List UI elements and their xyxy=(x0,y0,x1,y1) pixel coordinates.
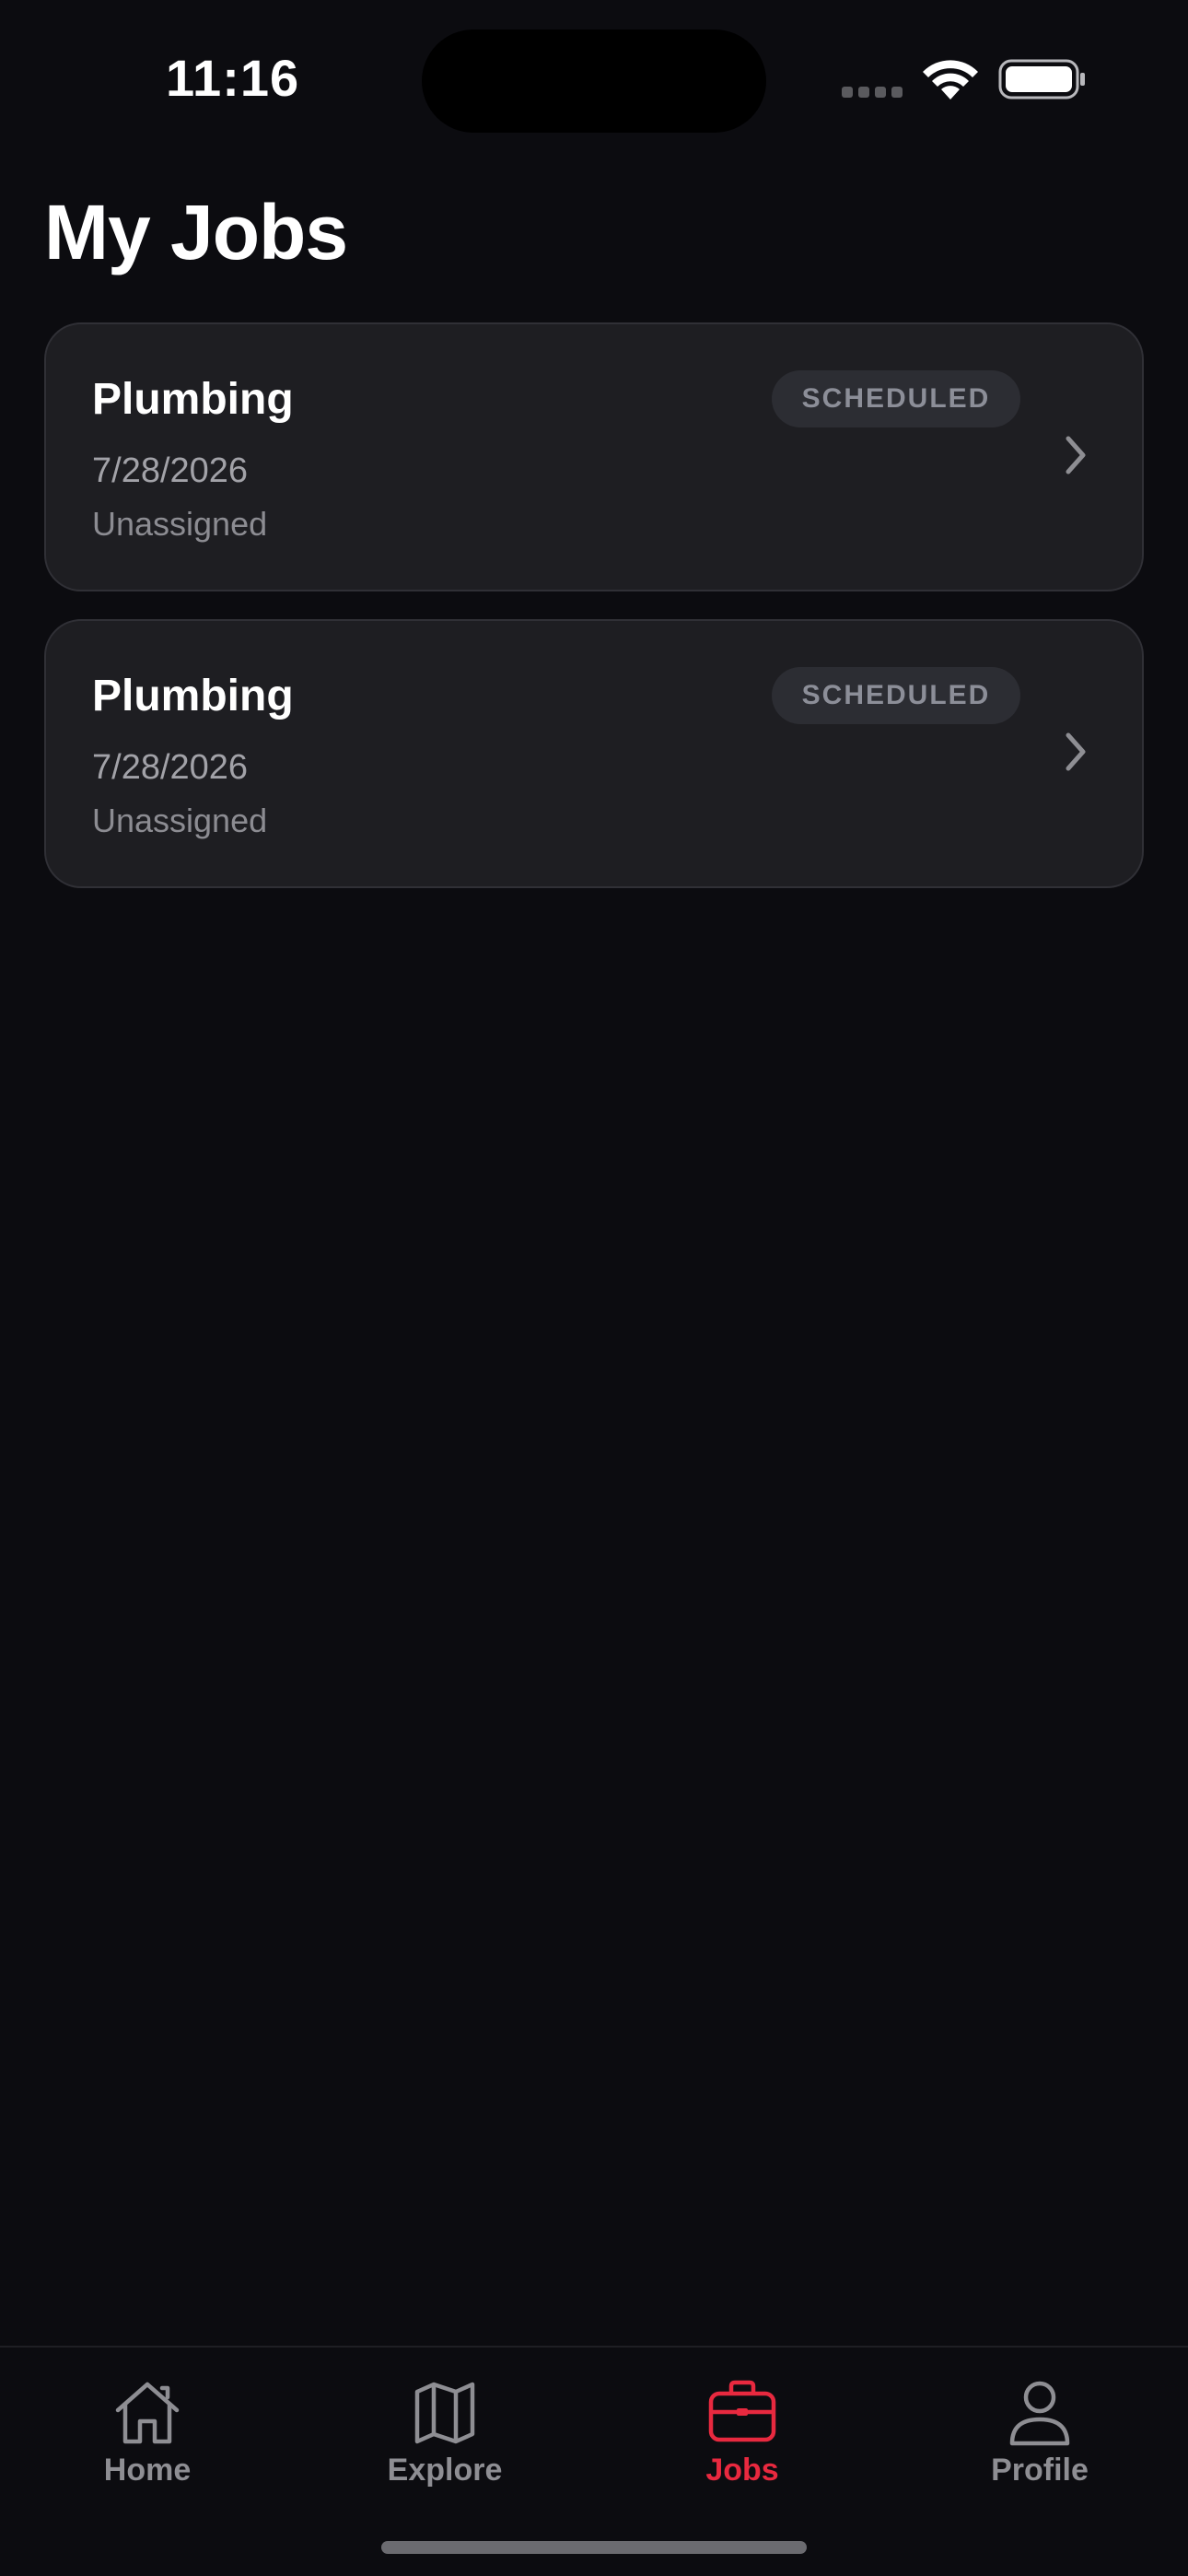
chevron-right-icon xyxy=(1066,732,1086,771)
status-badge: SCHEDULED xyxy=(772,667,1020,724)
tab-label: Jobs xyxy=(705,2453,779,2488)
tab-label: Home xyxy=(103,2453,192,2488)
tab-home[interactable]: Home xyxy=(46,2375,249,2504)
status-badge: SCHEDULED xyxy=(772,370,1020,427)
status-time: 11:16 xyxy=(166,49,300,107)
dynamic-island xyxy=(422,29,766,133)
page-title: My Jobs xyxy=(44,189,348,275)
wifi-icon xyxy=(923,60,978,100)
jobs-screen: 11:16 My Jobs Plumbing 7/28/2026 Unassig… xyxy=(0,0,1188,2576)
job-assignee: Unassigned xyxy=(92,505,268,543)
home-icon xyxy=(115,2382,180,2444)
job-card[interactable]: Plumbing 7/28/2026 Unassigned SCHEDULED xyxy=(44,619,1144,888)
tab-profile[interactable]: Profile xyxy=(938,2375,1141,2504)
tab-label: Profile xyxy=(991,2453,1089,2488)
briefcase-icon xyxy=(708,2380,776,2442)
job-date: 7/28/2026 xyxy=(92,748,249,787)
chevron-right-icon xyxy=(1066,436,1086,474)
job-assignee: Unassigned xyxy=(92,802,268,839)
tab-explore[interactable]: Explore xyxy=(344,2375,546,2504)
map-icon xyxy=(414,2382,475,2444)
job-title: Plumbing xyxy=(92,672,294,720)
tab-label: Explore xyxy=(387,2453,503,2488)
status-bar: 11:16 xyxy=(0,0,1188,157)
battery-icon xyxy=(998,59,1085,100)
tab-jobs[interactable]: Jobs xyxy=(641,2375,844,2504)
person-icon xyxy=(1009,2381,1070,2446)
job-title: Plumbing xyxy=(92,375,294,424)
cellular-signal-icon xyxy=(842,87,904,98)
job-date: 7/28/2026 xyxy=(92,451,249,490)
job-card[interactable]: Plumbing 7/28/2026 Unassigned SCHEDULED xyxy=(44,322,1144,591)
home-indicator[interactable] xyxy=(381,2541,807,2554)
